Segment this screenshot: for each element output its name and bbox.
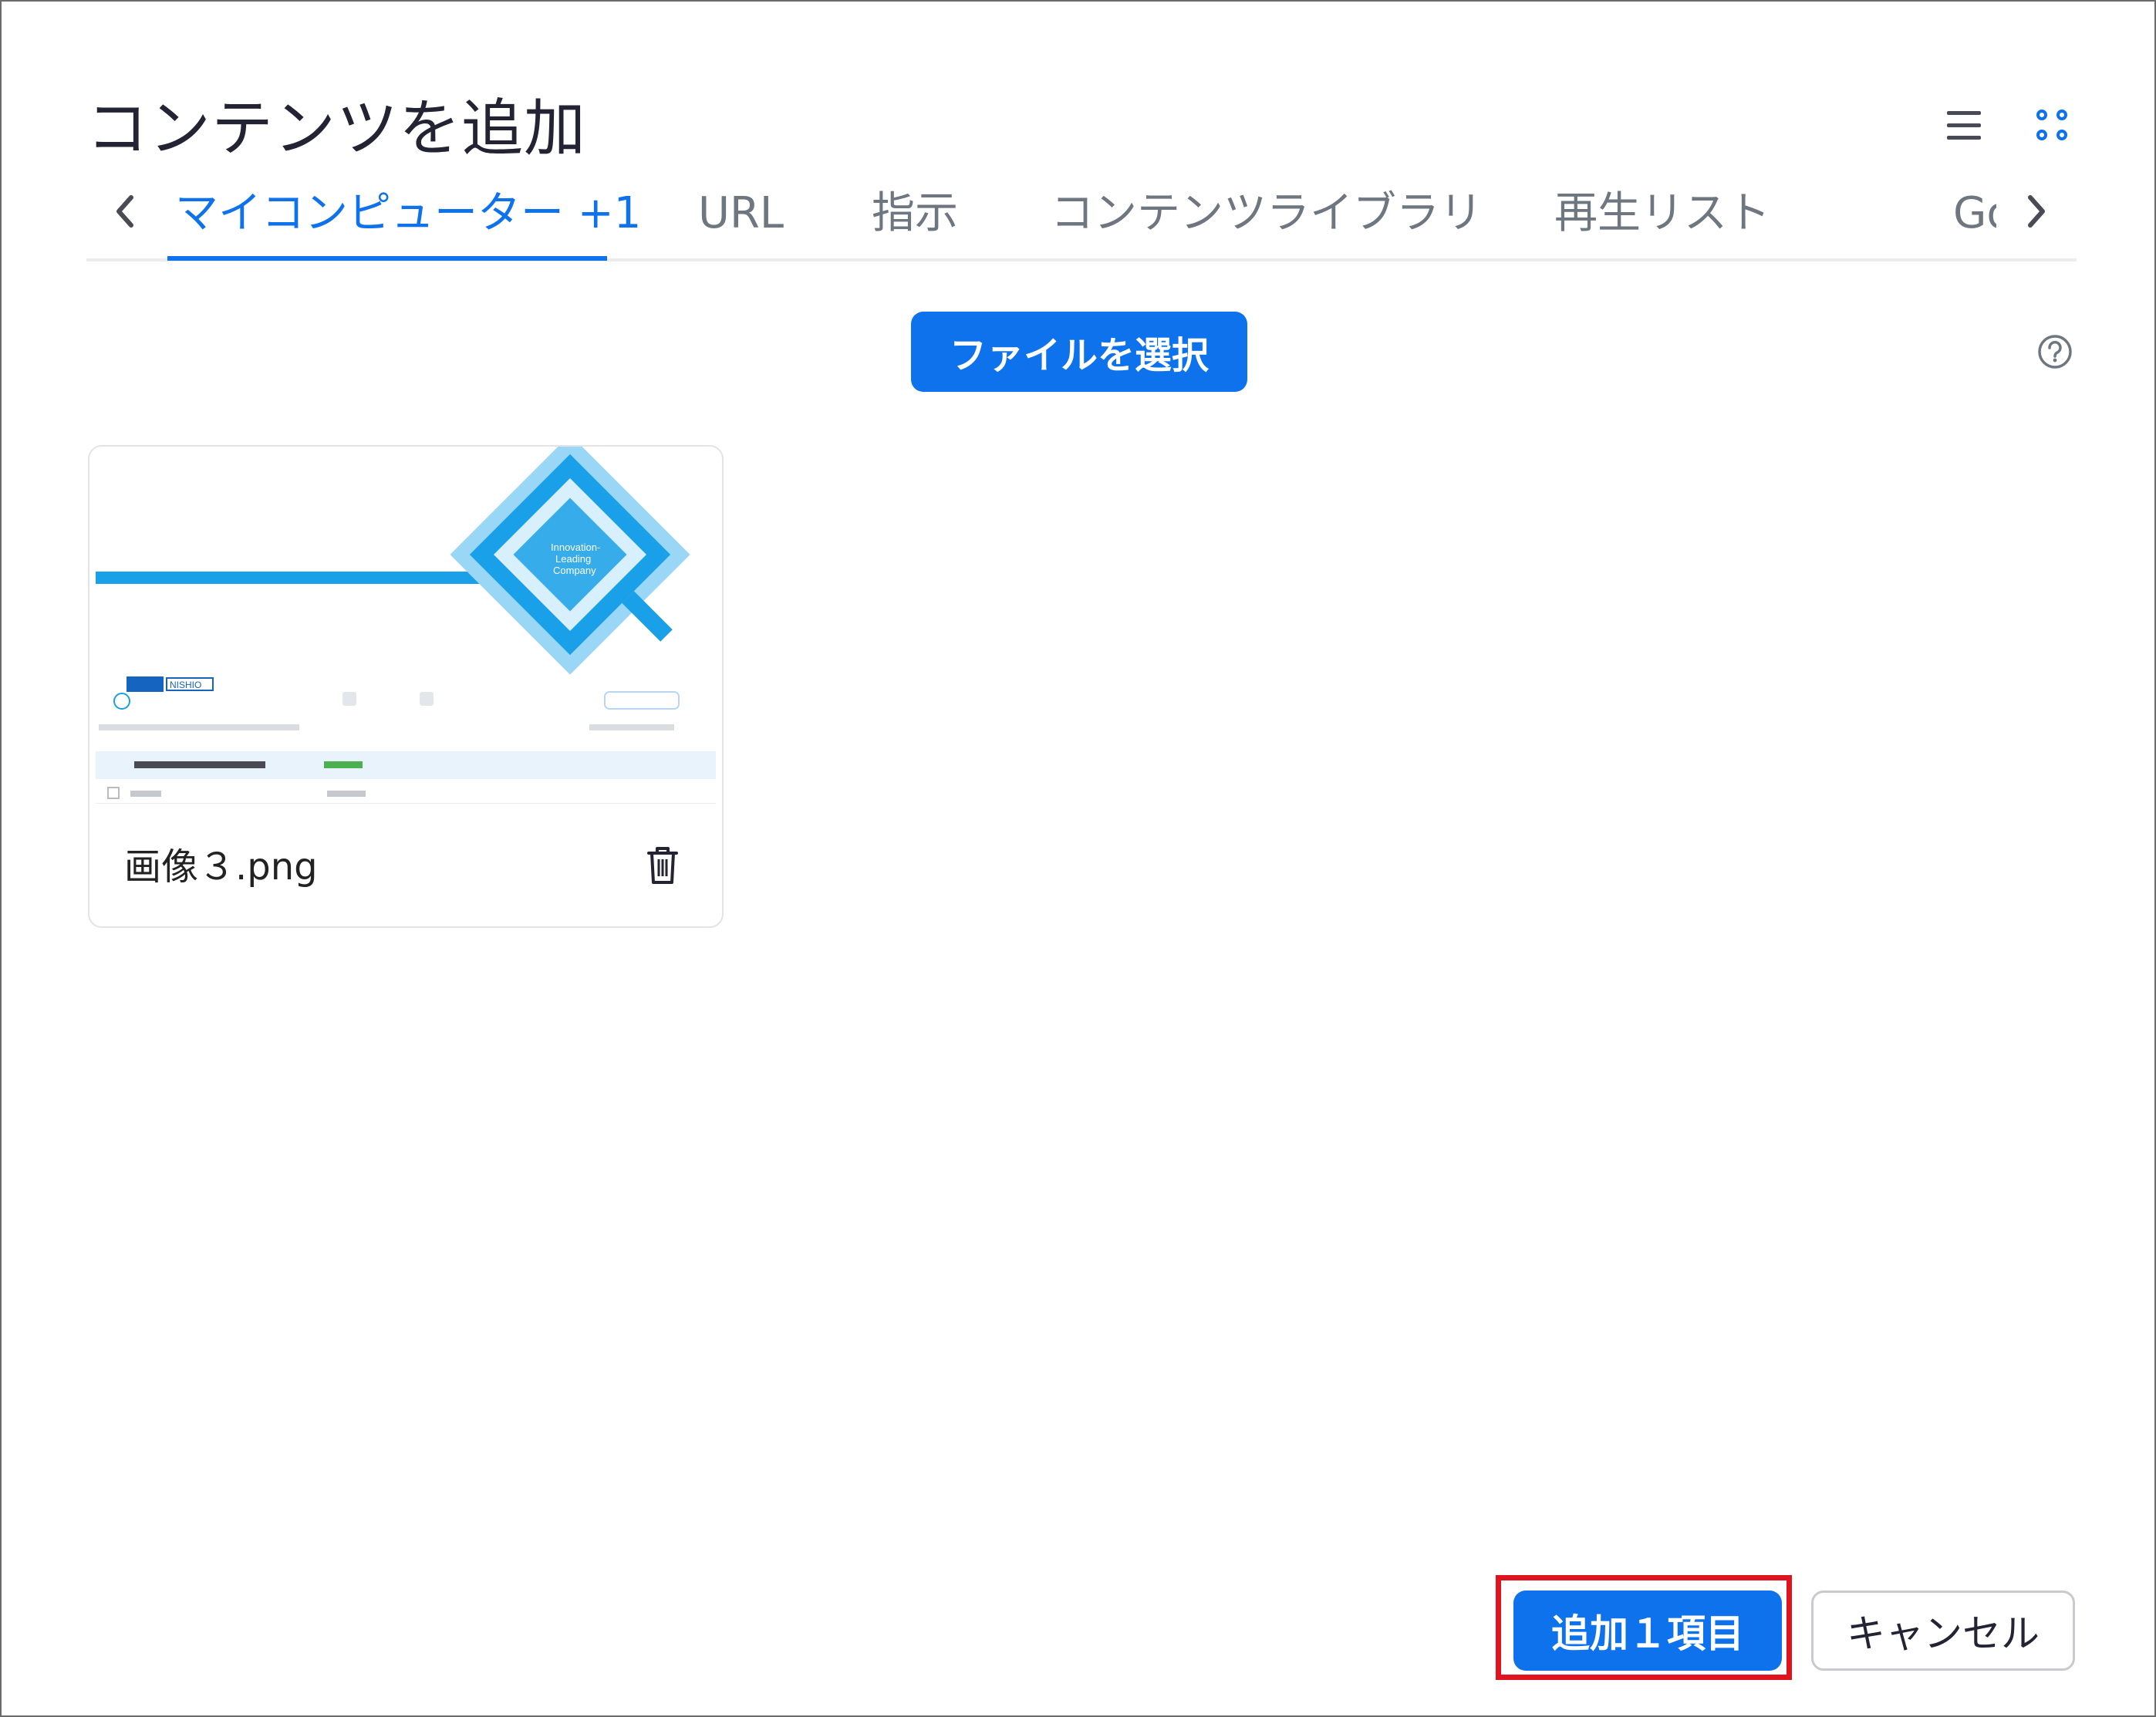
file-card[interactable]: Innovation- Leading Company NISHIO 画像３.p… <box>88 445 724 928</box>
svg-text:Company: Company <box>553 565 596 576</box>
cancel-button[interactable]: キャンセル <box>1811 1591 2075 1671</box>
help-circle-icon[interactable] <box>2036 333 2073 370</box>
tab-my-computer[interactable]: マイコンピューター +1 <box>175 171 641 256</box>
file-thumbnail: Innovation- Leading Company NISHIO <box>96 447 716 804</box>
file-name: 画像３.png <box>124 845 318 889</box>
add-items-button[interactable]: 追加１項目 <box>1513 1591 1782 1671</box>
tab-bar: マイコンピューター +1 URL 指示 コンテンツライブラリ 再生リスト <box>86 171 2077 264</box>
tab-url[interactable]: URL <box>698 171 784 256</box>
tab-google[interactable]: Go <box>1953 171 1996 256</box>
grid-view-icon[interactable] <box>2036 110 2070 143</box>
dialog-title: コンテンツを追加 <box>86 93 586 164</box>
tab-overflow-clip: Go <box>1953 171 1996 256</box>
svg-text:Leading: Leading <box>555 553 591 565</box>
svg-text:NISHIO: NISHIO <box>170 680 201 690</box>
add-content-dialog: コンテンツを追加 マイコンピューター +1 URL 指示 コンテンツライブラリ … <box>0 0 2156 1717</box>
select-file-button[interactable]: ファイルを選択 <box>911 312 1247 392</box>
chevron-right-icon[interactable] <box>2021 188 2052 234</box>
trash-icon[interactable] <box>645 844 680 887</box>
active-tab-indicator <box>167 256 607 261</box>
thumbnail-logo-text: Innovation- <box>551 541 600 553</box>
list-view-icon[interactable] <box>1947 108 1981 143</box>
tab-instructions[interactable]: 指示 <box>872 171 958 256</box>
tab-content-library[interactable]: コンテンツライブラリ <box>1051 171 1483 256</box>
tab-playlist[interactable]: 再生リスト <box>1554 171 1770 256</box>
